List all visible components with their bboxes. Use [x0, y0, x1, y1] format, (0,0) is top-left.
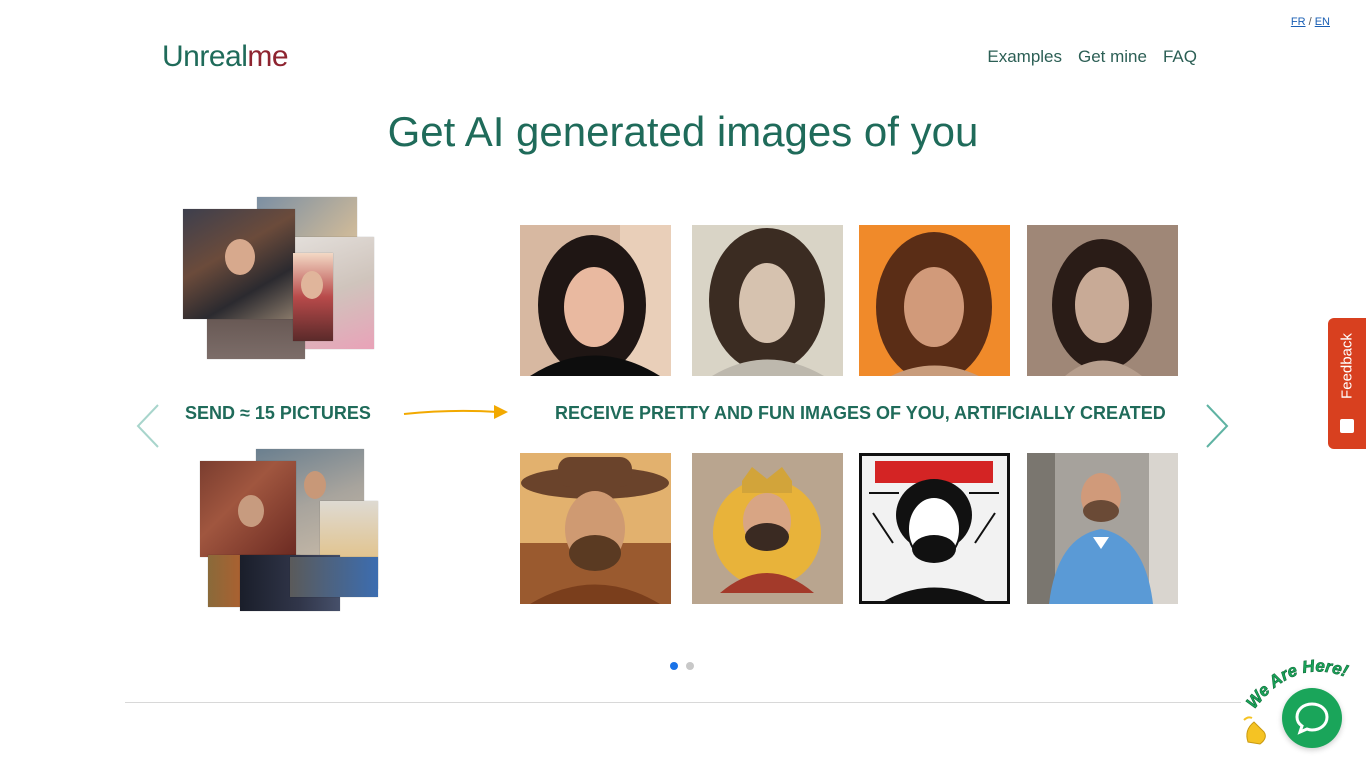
main-nav: Examples Get mine FAQ — [987, 47, 1197, 67]
arrow-right-icon — [403, 405, 508, 419]
input-collage-woman — [183, 197, 375, 361]
feedback-icon — [1340, 419, 1354, 433]
generated-image[interactable] — [859, 453, 1010, 604]
chat-widget: We Are Here! — [1240, 652, 1366, 762]
carousel-pagination — [670, 662, 694, 670]
nav-faq[interactable]: FAQ — [1163, 47, 1197, 67]
chat-bubble-icon — [1295, 702, 1329, 735]
generated-image[interactable] — [520, 453, 671, 604]
carousel-next-button[interactable] — [1203, 401, 1231, 451]
face-shape — [238, 495, 264, 527]
input-photo — [290, 557, 378, 597]
waving-hand-icon — [1243, 716, 1266, 745]
language-switcher: FR / EN — [1291, 16, 1330, 28]
feedback-tab[interactable]: Feedback — [1328, 318, 1366, 449]
generated-image[interactable] — [859, 225, 1010, 376]
chat-open-button[interactable] — [1282, 688, 1342, 748]
generated-image[interactable] — [520, 225, 671, 376]
nav-examples[interactable]: Examples — [987, 47, 1062, 67]
face-shape — [301, 271, 323, 299]
receive-step-label: RECEIVE PRETTY AND FUN IMAGES OF YOU, AR… — [555, 403, 1166, 423]
carousel-prev-button[interactable] — [134, 401, 162, 451]
section-divider — [125, 702, 1241, 703]
feedback-label: Feedback — [1338, 333, 1356, 399]
logo-part-2: me — [247, 40, 289, 73]
chevron-left-icon — [136, 404, 159, 448]
hero-title: Get AI generated images of you — [387, 108, 979, 155]
send-step-label: SEND ≈ 15 PICTURES — [185, 403, 371, 423]
generated-image[interactable] — [692, 453, 843, 604]
logo[interactable]: Unrealme — [162, 40, 289, 74]
lang-fr-link[interactable]: FR — [1291, 16, 1306, 28]
face-shape — [304, 471, 326, 499]
logo-part-1: Unreal — [162, 40, 248, 73]
generated-image[interactable] — [692, 225, 843, 376]
carousel-dot-2[interactable] — [686, 662, 694, 670]
lang-separator: / — [1308, 16, 1312, 28]
generated-image[interactable] — [1027, 453, 1178, 604]
generated-image[interactable] — [1027, 225, 1178, 376]
lang-en-link[interactable]: EN — [1315, 16, 1330, 28]
carousel-dot-1[interactable] — [670, 662, 678, 670]
input-collage-man — [200, 449, 380, 611]
nav-get-mine[interactable]: Get mine — [1078, 47, 1147, 67]
chevron-right-icon — [1206, 404, 1229, 448]
face-shape — [225, 239, 255, 275]
